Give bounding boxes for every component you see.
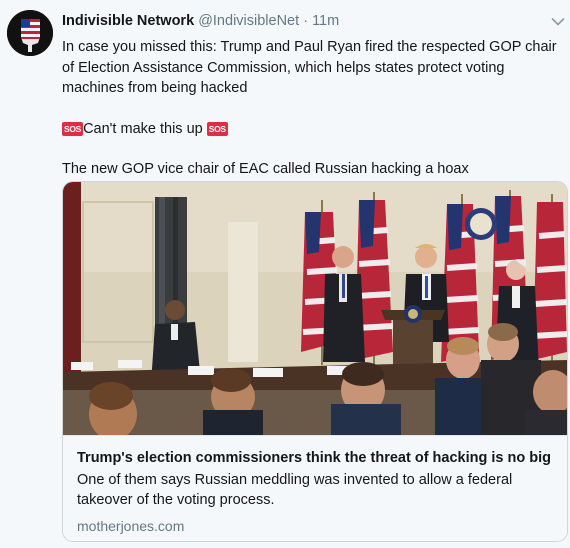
tweet-header: Indivisible Network @IndivisibleNet · 11…: [62, 13, 339, 29]
user-handle[interactable]: @IndivisibleNet: [198, 13, 299, 29]
card-body[interactable]: Trump's election commissioners think the…: [63, 435, 567, 541]
tweet-text: In case you missed this: Trump and Paul …: [62, 37, 562, 180]
tweet-text-paragraph-3: The new GOP vice chair of EAC called Rus…: [62, 161, 469, 177]
tweet-text-line-2: Can't make this up: [83, 120, 203, 137]
link-card[interactable]: Trump's election commissioners think the…: [62, 181, 568, 542]
tweet[interactable]: Indivisible Network @IndivisibleNet · 11…: [0, 0, 570, 548]
card-description: One of them says Russian meddling was in…: [77, 472, 513, 508]
separator-dot: ·: [303, 13, 309, 29]
sos-emoji-icon: SOS: [62, 121, 84, 136]
avatar[interactable]: [7, 10, 53, 56]
tweet-text-paragraph-2: SOS Can't make this up SOS: [62, 119, 562, 140]
card-image[interactable]: [63, 182, 567, 435]
sos-emoji-icon: SOS: [206, 121, 228, 136]
flag-right-3: [532, 194, 567, 369]
raised-fist-flag-icon: [7, 10, 53, 56]
tweet-text-paragraph-1: In case you missed this: Trump and Paul …: [62, 39, 557, 96]
timestamp[interactable]: 11m: [312, 13, 339, 29]
card-title[interactable]: Trump's election commissioners think the…: [77, 449, 553, 468]
chevron-down-icon[interactable]: [551, 14, 565, 26]
display-name[interactable]: Indivisible Network: [62, 13, 194, 29]
card-domain[interactable]: motherjones.com: [77, 518, 553, 534]
